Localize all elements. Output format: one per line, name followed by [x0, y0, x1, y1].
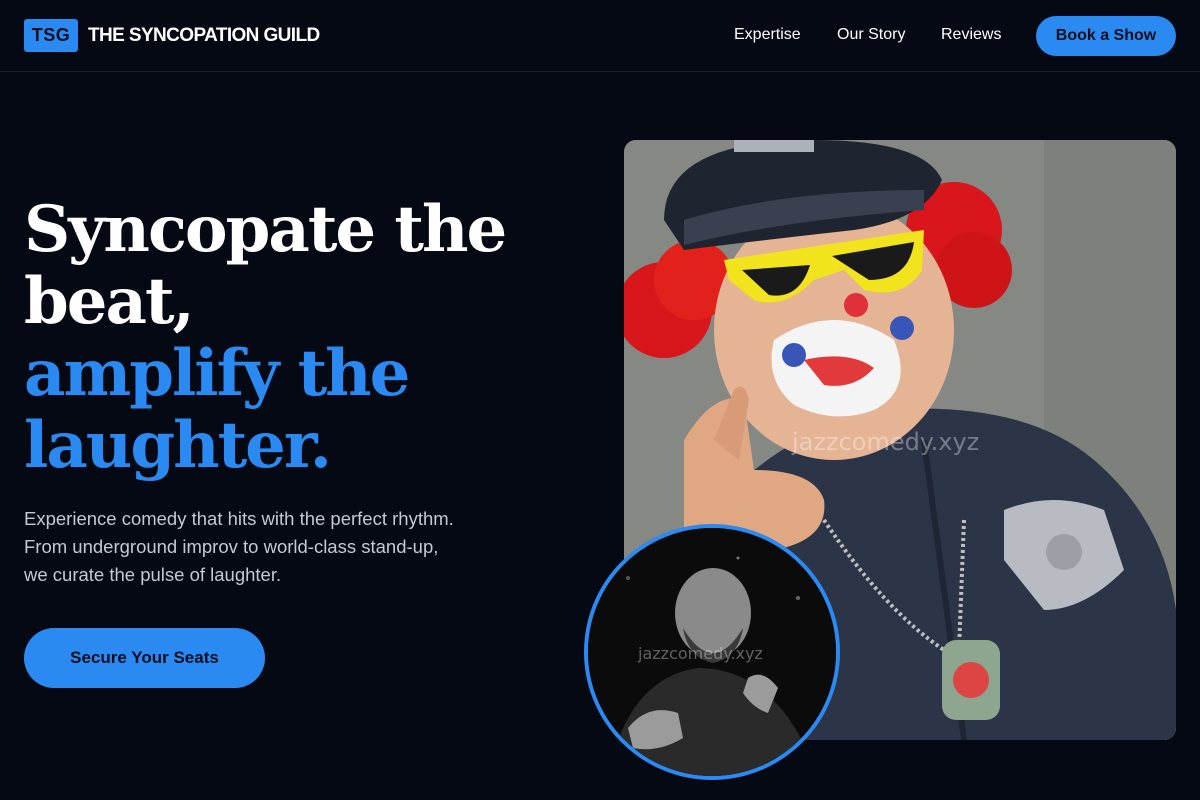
- hero-headline: Syncopate the beat, amplify the laughter…: [24, 194, 584, 482]
- brand-logo[interactable]: TSG THE SYNCOPATION GUILD: [24, 19, 320, 52]
- headline-line-2: beat,: [24, 264, 195, 339]
- subtitle-line-3: we curate the pulse of laughter.: [24, 564, 282, 585]
- site-header: TSG THE SYNCOPATION GUILD Expertise Our …: [0, 0, 1200, 72]
- subtitle-line-2: From underground improv to world-class s…: [24, 536, 439, 557]
- brand-name: THE SYNCOPATION GUILD: [88, 24, 320, 46]
- brand-badge: TSG: [24, 19, 78, 52]
- nav-link-our-story[interactable]: Our Story: [837, 26, 905, 44]
- headline-accent-line-1: amplify the: [24, 336, 410, 411]
- nav-link-expertise[interactable]: Expertise: [734, 26, 801, 44]
- headline-line-1: Syncopate the: [24, 192, 507, 267]
- hero-subtitle: Experience comedy that hits with the per…: [24, 505, 544, 589]
- inset-photo-comedian: jazzcomedy.xyz: [584, 524, 840, 780]
- subtitle-line-1: Experience comedy that hits with the per…: [24, 508, 454, 529]
- book-show-button[interactable]: Book a Show: [1036, 16, 1176, 56]
- headline-accent-line-2: laughter.: [24, 408, 332, 483]
- nav-link-reviews[interactable]: Reviews: [941, 26, 1001, 44]
- secure-seats-button[interactable]: Secure Your Seats: [24, 628, 265, 688]
